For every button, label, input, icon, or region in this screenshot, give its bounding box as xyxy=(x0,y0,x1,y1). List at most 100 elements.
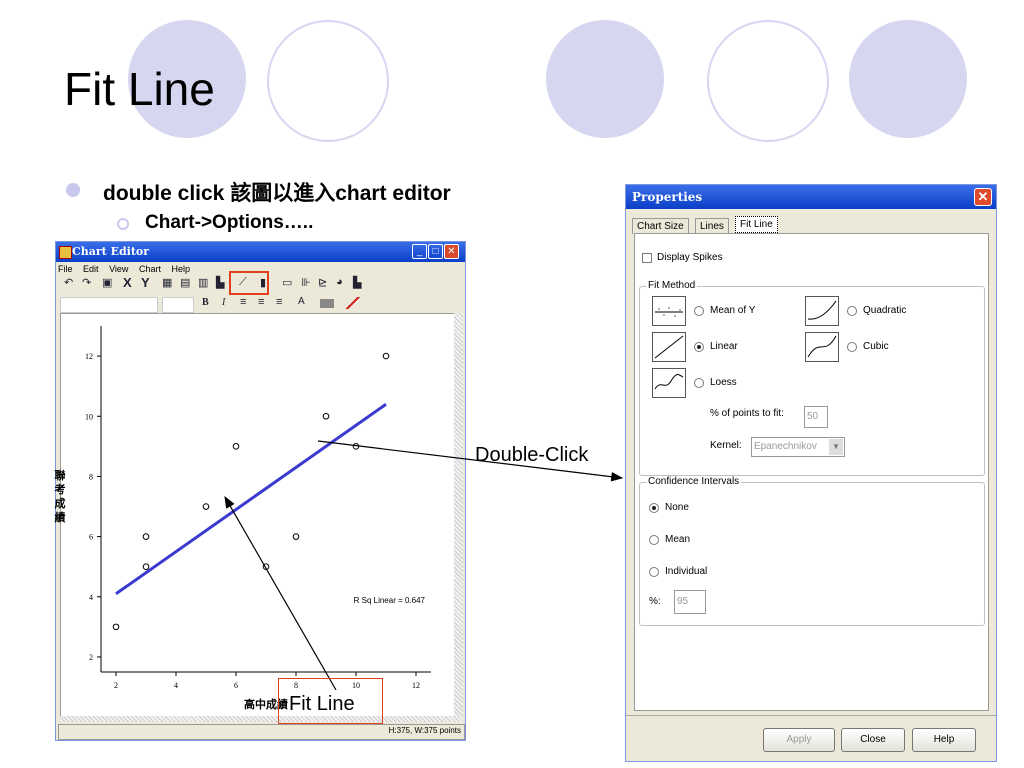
quadratic-radio[interactable] xyxy=(847,306,857,316)
data-point xyxy=(352,443,360,450)
menu-help[interactable]: Help xyxy=(171,264,190,274)
bullet-text: double click 該圖以進入chart editor xyxy=(103,182,451,205)
display-spikes-checkbox[interactable] xyxy=(642,253,652,263)
apply-button[interactable]: Apply xyxy=(763,728,835,752)
fit-method-legend: Fit Method xyxy=(646,280,698,291)
loess-radio[interactable] xyxy=(694,378,704,388)
y-tick-label: 4 xyxy=(89,593,93,602)
linear-line-icon xyxy=(652,332,686,362)
menu-file[interactable]: File xyxy=(58,264,73,274)
y-tick-label: 8 xyxy=(89,472,93,481)
line-color-icon[interactable] xyxy=(344,297,362,309)
align-right-icon[interactable]: ≡ xyxy=(276,296,282,308)
tab-chart-size[interactable]: Chart Size xyxy=(632,218,689,234)
fill-color-icon[interactable] xyxy=(320,299,334,308)
bold-button[interactable]: B xyxy=(202,297,209,308)
ci-individual-radio[interactable] xyxy=(649,567,659,577)
kernel-label: Kernel: xyxy=(710,440,742,451)
ci-percent-input[interactable]: 95 xyxy=(674,590,706,614)
quadratic-label: Quadratic xyxy=(863,305,907,316)
bar-icon[interactable]: ▙ xyxy=(353,276,361,289)
tab-fit-line[interactable]: Fit Line xyxy=(735,216,778,233)
y-tick-label: 2 xyxy=(89,653,93,662)
menu-view[interactable]: View xyxy=(109,264,128,274)
ci-none-radio[interactable] xyxy=(649,503,659,513)
app-icon xyxy=(59,246,72,259)
decor-circle xyxy=(849,20,967,138)
pie-icon[interactable]: ◕ xyxy=(336,276,343,288)
properties-titlebar[interactable]: Properties ✕ xyxy=(626,185,996,209)
close-icon[interactable]: ✕ xyxy=(444,244,459,259)
chart-editor-titlebar[interactable]: Chart Editor _ □ ✕ xyxy=(56,242,465,262)
bullet-dot xyxy=(66,183,80,197)
help-button[interactable]: Help xyxy=(912,728,976,752)
interpolation-icon[interactable]: ▭ xyxy=(282,276,292,289)
undo-icon[interactable]: ↶ xyxy=(64,276,73,289)
sub-bullet-text: Chart->Options….. xyxy=(145,212,314,233)
decor-circle xyxy=(546,20,664,138)
grid-icon[interactable]: ▦ xyxy=(162,276,172,289)
y-axis-label-char: 考 xyxy=(55,482,66,496)
tab-lines[interactable]: Lines xyxy=(695,218,729,234)
chart-editor-title: Chart Editor xyxy=(72,245,150,258)
mean-radio[interactable] xyxy=(694,306,704,316)
text-color-button[interactable]: A xyxy=(298,296,305,307)
linear-radio[interactable] xyxy=(694,342,704,352)
legend-icon[interactable]: ▤ xyxy=(180,276,190,289)
properties-dialog: Properties ✕ Chart Size Lines Fit Line D… xyxy=(625,184,997,762)
redo-icon[interactable]: ↷ xyxy=(82,276,91,289)
fit-line-label: Fit Line xyxy=(289,693,355,715)
properties-icon[interactable]: ▣ xyxy=(102,276,112,289)
y-axis-button[interactable]: Y xyxy=(141,275,150,290)
close-button[interactable]: Close xyxy=(841,728,905,752)
points-to-fit-label: % of points to fit: xyxy=(710,408,784,419)
status-dimensions: H:375, W:375 points xyxy=(388,726,461,735)
fit-line xyxy=(115,402,387,596)
menu-edit[interactable]: Edit xyxy=(83,264,99,274)
italic-button[interactable]: I xyxy=(222,297,225,308)
spike-icon[interactable]: ⊪ xyxy=(301,276,311,289)
display-spikes-label: Display Spikes xyxy=(657,252,723,263)
chart-canvas: 2 4 6 8 10 12 2 4 6 8 10 12 R Sq Linear = 0.647 高中成績聯… xyxy=(55,313,455,718)
align-center-icon[interactable]: ≡ xyxy=(258,296,264,308)
points-to-fit-input[interactable]: 50 xyxy=(804,406,828,428)
ci-percent-label: %: xyxy=(649,596,661,607)
chart-editor-window: Chart Editor _ □ ✕ File Edit View Chart … xyxy=(55,241,466,741)
x-axis-button[interactable]: X xyxy=(123,275,132,290)
linear-label: Linear xyxy=(710,341,738,352)
text-box-icon[interactable]: ▥ xyxy=(198,276,208,289)
data-point xyxy=(232,443,240,450)
x-tick-label: 6 xyxy=(234,681,238,690)
r-squared-annotation: R Sq Linear = 0.647 xyxy=(354,596,426,605)
cubic-curve-icon xyxy=(805,332,839,362)
confidence-legend: Confidence Intervals xyxy=(646,476,742,487)
kernel-select[interactable]: Epanechnikov ▼ xyxy=(751,437,845,457)
align-left-icon[interactable]: ≡ xyxy=(240,296,246,308)
ci-mean-radio[interactable] xyxy=(649,535,659,545)
chart-scroll-area-bottom xyxy=(60,716,463,722)
menu-bar: File Edit View Chart Help xyxy=(58,264,198,274)
scatter-icon[interactable]: ⊵ xyxy=(318,276,327,289)
close-icon[interactable]: ✕ xyxy=(974,188,992,206)
font-select[interactable] xyxy=(60,297,158,313)
size-select[interactable] xyxy=(162,297,194,313)
mean-line-icon xyxy=(652,296,686,326)
cubic-radio[interactable] xyxy=(847,342,857,352)
fit-line-panel: Display Spikes Fit Method Mean of Y Quad… xyxy=(634,233,989,711)
footnote-icon[interactable]: ▙ xyxy=(216,276,224,289)
status-bar: H:375, W:375 points xyxy=(58,724,465,740)
loess-label: Loess xyxy=(710,377,737,388)
maximize-icon[interactable]: □ xyxy=(428,244,443,259)
decor-circle xyxy=(707,20,829,142)
chart-scroll-area-right xyxy=(454,313,463,716)
loess-curve-icon xyxy=(652,368,686,398)
x-tick-label: 12 xyxy=(412,681,420,690)
slide-title: Fit Line xyxy=(64,63,215,115)
minimize-icon[interactable]: _ xyxy=(412,244,427,259)
ci-individual-label: Individual xyxy=(665,566,708,577)
data-point xyxy=(292,533,300,540)
menu-chart[interactable]: Chart xyxy=(139,264,161,274)
y-tick-label: 12 xyxy=(85,352,93,361)
data-point xyxy=(382,352,390,360)
data-point xyxy=(142,563,150,570)
